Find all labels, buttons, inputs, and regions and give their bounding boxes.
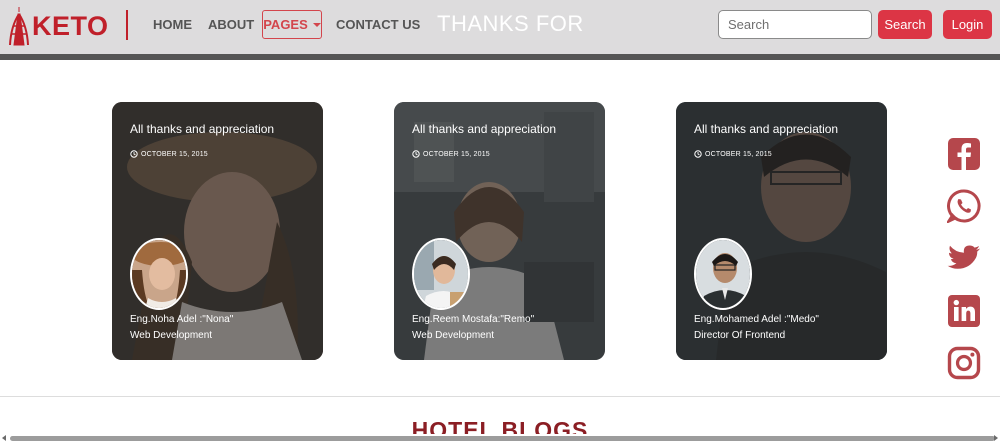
clock-icon bbox=[130, 150, 138, 158]
twitter-icon[interactable] bbox=[947, 242, 981, 276]
card-date: OCTOBER 15, 2015 bbox=[130, 150, 208, 158]
logo-divider bbox=[126, 10, 128, 40]
nav-home-link[interactable]: HOME bbox=[153, 17, 192, 32]
brand-logo[interactable]: KETO bbox=[8, 6, 109, 46]
card-date-text: OCTOBER 15, 2015 bbox=[423, 150, 490, 158]
search-button[interactable]: Search bbox=[878, 10, 932, 39]
search-input[interactable] bbox=[718, 10, 872, 39]
card-name: Eng.Noha Adel :"Nona" bbox=[130, 314, 234, 325]
avatar bbox=[412, 238, 470, 310]
card-date-text: OCTOBER 15, 2015 bbox=[141, 150, 208, 158]
navbar-shadow bbox=[0, 54, 1000, 60]
facebook-icon[interactable] bbox=[947, 137, 981, 171]
nav-pages-dropdown[interactable]: PAGES bbox=[262, 10, 322, 39]
nav-about-link[interactable]: ABOUT bbox=[208, 17, 254, 32]
card-date: OCTOBER 15, 2015 bbox=[412, 150, 490, 158]
clock-icon bbox=[412, 150, 420, 158]
team-card[interactable]: All thanks and appreciation OCTOBER 15, … bbox=[676, 102, 887, 360]
hero-title: THANKS FOR bbox=[437, 11, 584, 36]
nav-pages-label: PAGES bbox=[263, 17, 308, 32]
scroll-left-icon[interactable] bbox=[2, 435, 6, 441]
scroll-right-icon[interactable] bbox=[994, 435, 998, 441]
horizontal-scrollbar-thumb[interactable] bbox=[10, 436, 995, 441]
team-card[interactable]: All thanks and appreciation OCTOBER 15, … bbox=[394, 102, 605, 360]
card-date-text: OCTOBER 15, 2015 bbox=[705, 150, 772, 158]
card-name: Eng.Reem Mostafa:"Remo" bbox=[412, 314, 535, 325]
card-title: All thanks and appreciation bbox=[694, 122, 839, 136]
section-divider bbox=[0, 396, 1000, 397]
card-date: OCTOBER 15, 2015 bbox=[694, 150, 772, 158]
linkedin-icon[interactable] bbox=[947, 294, 981, 328]
avatar bbox=[130, 238, 188, 310]
card-title: All thanks and appreciation bbox=[412, 122, 557, 136]
card-title: All thanks and appreciation bbox=[130, 122, 275, 136]
card-role: Director Of Frontend bbox=[694, 330, 786, 341]
avatar bbox=[694, 238, 752, 310]
whatsapp-icon[interactable] bbox=[947, 189, 981, 223]
card-role: Web Development bbox=[130, 330, 213, 341]
tower-logo-icon bbox=[9, 7, 29, 46]
team-card[interactable]: All thanks and appreciation OCTOBER 15, … bbox=[112, 102, 323, 360]
clock-icon bbox=[694, 150, 702, 158]
card-role: Web Development bbox=[412, 330, 495, 341]
instagram-icon[interactable] bbox=[947, 346, 981, 380]
brand-name: KETO bbox=[32, 10, 109, 41]
card-name: Eng.Mohamed Adel :"Medo" bbox=[694, 314, 819, 325]
login-button[interactable]: Login bbox=[943, 10, 992, 39]
nav-contact-link[interactable]: CONTACT US bbox=[336, 17, 420, 32]
caret-down-icon bbox=[312, 23, 321, 27]
